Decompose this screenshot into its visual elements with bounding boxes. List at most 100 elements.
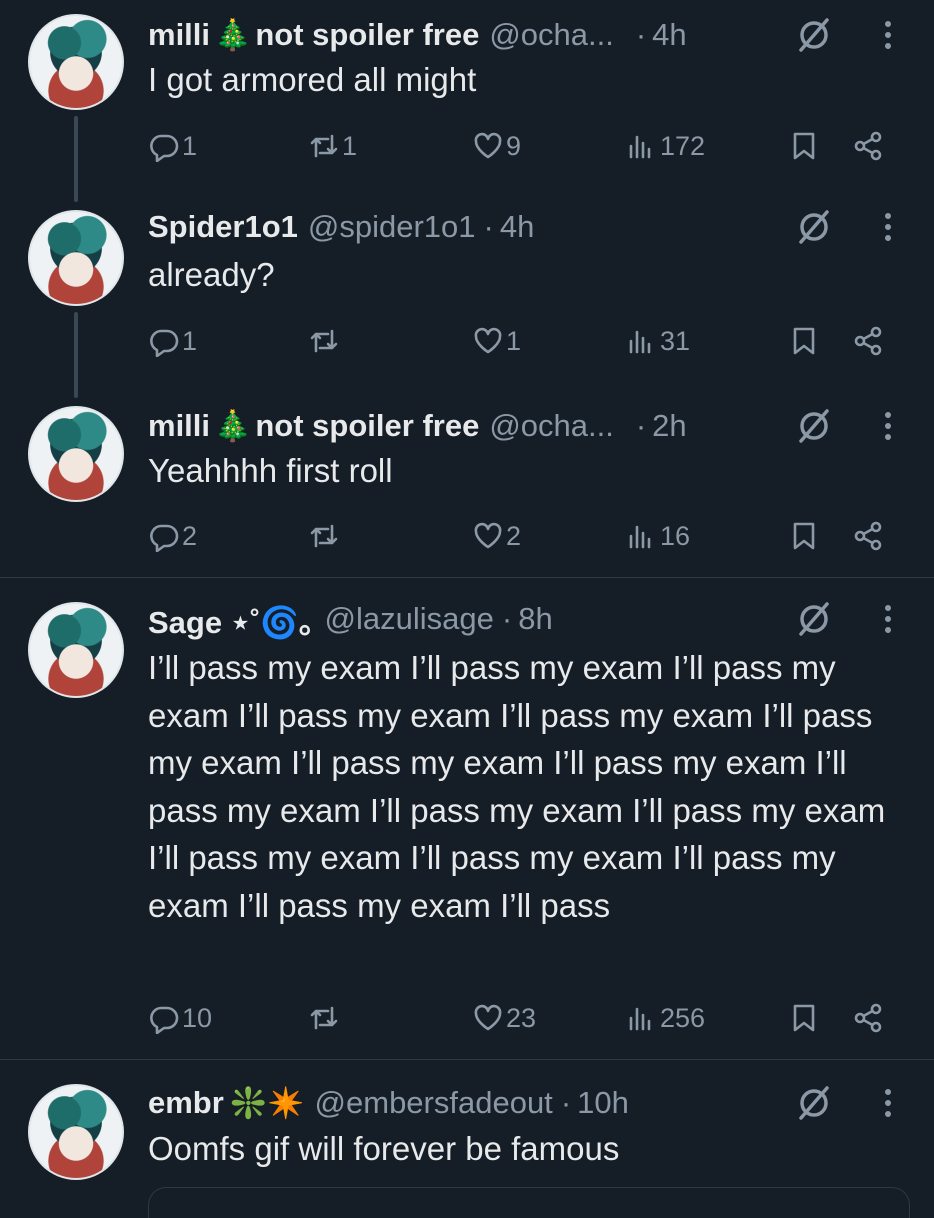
repost-button[interactable]: 1 <box>308 126 357 166</box>
heart-icon <box>474 132 502 159</box>
tweet-header: Spider1o1 @spider1o1 · 4h <box>148 205 934 249</box>
grok-icon[interactable] <box>794 15 834 55</box>
repost-icon <box>310 134 338 158</box>
action-bar: 1 1 31 <box>148 321 908 361</box>
action-bar: 1 1 9 172 <box>148 126 908 166</box>
separator-dot: · <box>501 601 513 636</box>
more-icon[interactable] <box>878 15 898 55</box>
reply-icon <box>150 329 179 357</box>
views-button[interactable]: 256 <box>626 998 705 1038</box>
handle[interactable]: @ocha... <box>489 408 614 444</box>
name-emoji: 🎄 <box>214 18 252 52</box>
views-button[interactable]: 31 <box>626 321 690 361</box>
grok-icon[interactable] <box>794 1083 834 1123</box>
share-icon <box>854 131 882 161</box>
timestamp[interactable]: 2h <box>652 408 686 444</box>
separator-dot: · <box>635 408 647 443</box>
tweet-text: I’ll pass my exam I’ll pass my exam I’ll… <box>148 649 886 924</box>
share-button[interactable] <box>852 516 884 556</box>
like-button[interactable]: 9 <box>472 126 521 166</box>
avatar[interactable] <box>28 210 124 306</box>
share-icon <box>854 1003 882 1033</box>
heart-icon <box>474 1004 502 1031</box>
views-count: 256 <box>660 1002 706 1033</box>
display-name[interactable]: Sage ⋆˚🌀｡ <box>148 597 315 642</box>
thread-connector <box>74 116 78 202</box>
timestamp[interactable]: 4h <box>652 17 686 53</box>
avatar[interactable] <box>28 14 124 110</box>
views-count: 172 <box>660 130 706 161</box>
share-button[interactable] <box>852 321 884 361</box>
share-icon <box>854 521 882 551</box>
share-button[interactable] <box>852 126 884 166</box>
repost-count: 1 <box>342 130 358 161</box>
timestamp[interactable]: 8h <box>518 601 552 637</box>
like-count: 1 <box>506 325 522 356</box>
display-name-suffix[interactable]: not spoiler free <box>255 408 479 444</box>
like-button[interactable]: 1 <box>472 321 521 361</box>
like-count: 2 <box>506 520 522 551</box>
display-name[interactable]: embr <box>148 1085 224 1121</box>
handle[interactable]: @embersfadeout <box>315 1085 553 1121</box>
like-button[interactable]: 23 <box>472 998 536 1038</box>
views-icon <box>629 525 651 549</box>
tweet-header: milli 🎄 not spoiler free @ocha... · 2h <box>148 404 934 448</box>
tweet-text: Yeahhhh first roll <box>148 452 393 489</box>
bookmark-icon <box>793 522 815 550</box>
handle[interactable]: @ocha... <box>489 17 614 53</box>
share-icon <box>854 326 882 356</box>
reply-button[interactable]: 1 <box>148 321 197 361</box>
views-icon <box>629 135 651 159</box>
repost-button[interactable] <box>308 998 342 1038</box>
views-button[interactable]: 16 <box>626 516 690 556</box>
timestamp[interactable]: 4h <box>500 209 534 245</box>
bookmark-button[interactable] <box>788 516 820 556</box>
more-icon[interactable] <box>878 1083 898 1123</box>
views-count: 16 <box>660 520 691 551</box>
avatar[interactable] <box>28 406 124 502</box>
reply-button[interactable]: 2 <box>148 516 197 556</box>
grok-icon[interactable] <box>794 406 834 446</box>
bookmark-button[interactable] <box>788 126 820 166</box>
name-emoji: 🎄 <box>214 409 252 443</box>
reply-button[interactable]: 1 <box>148 126 197 166</box>
views-button[interactable]: 172 <box>626 126 705 166</box>
handle[interactable]: @spider1o1 <box>308 209 476 245</box>
timestamp[interactable]: 10h <box>577 1085 629 1121</box>
display-name[interactable]: milli <box>148 17 210 53</box>
repost-button[interactable] <box>308 516 342 556</box>
tweet-header: Sage ⋆˚🌀｡ @lazulisage · 8h <box>148 597 934 641</box>
more-icon[interactable] <box>878 406 898 446</box>
display-name[interactable]: milli <box>148 408 210 444</box>
repost-button[interactable] <box>308 321 342 361</box>
bookmark-button[interactable] <box>788 321 820 361</box>
action-bar: 10 23 256 <box>148 998 908 1038</box>
grok-icon[interactable] <box>794 207 834 247</box>
reply-count: 10 <box>182 1002 213 1033</box>
like-count: 9 <box>506 130 522 161</box>
handle[interactable]: @lazulisage <box>325 601 494 637</box>
reply-icon <box>150 134 179 162</box>
display-name[interactable]: Spider1o1 <box>148 209 298 245</box>
tweet-text: Oomfs gif will forever be famous <box>148 1130 620 1167</box>
reply-button[interactable]: 10 <box>148 998 212 1038</box>
tweet-divider <box>0 1059 934 1060</box>
share-button[interactable] <box>852 998 884 1038</box>
media-card-edge[interactable] <box>148 1187 910 1218</box>
thread-connector <box>74 312 78 398</box>
more-icon[interactable] <box>878 599 898 639</box>
bookmark-button[interactable] <box>788 998 820 1038</box>
avatar[interactable] <box>28 1084 124 1180</box>
like-button[interactable]: 2 <box>472 516 521 556</box>
like-count: 23 <box>506 1002 537 1033</box>
tweet-divider <box>0 577 934 578</box>
tweet-header: milli 🎄 not spoiler free @ocha... · 4h <box>148 13 934 57</box>
action-bar: 2 2 16 <box>148 516 908 556</box>
display-name-suffix[interactable]: not spoiler free <box>255 17 479 53</box>
grok-icon[interactable] <box>794 599 834 639</box>
more-icon[interactable] <box>878 207 898 247</box>
reply-count: 1 <box>182 325 198 356</box>
avatar[interactable] <box>28 602 124 698</box>
repost-icon <box>310 1006 338 1030</box>
reply-icon <box>150 524 179 552</box>
